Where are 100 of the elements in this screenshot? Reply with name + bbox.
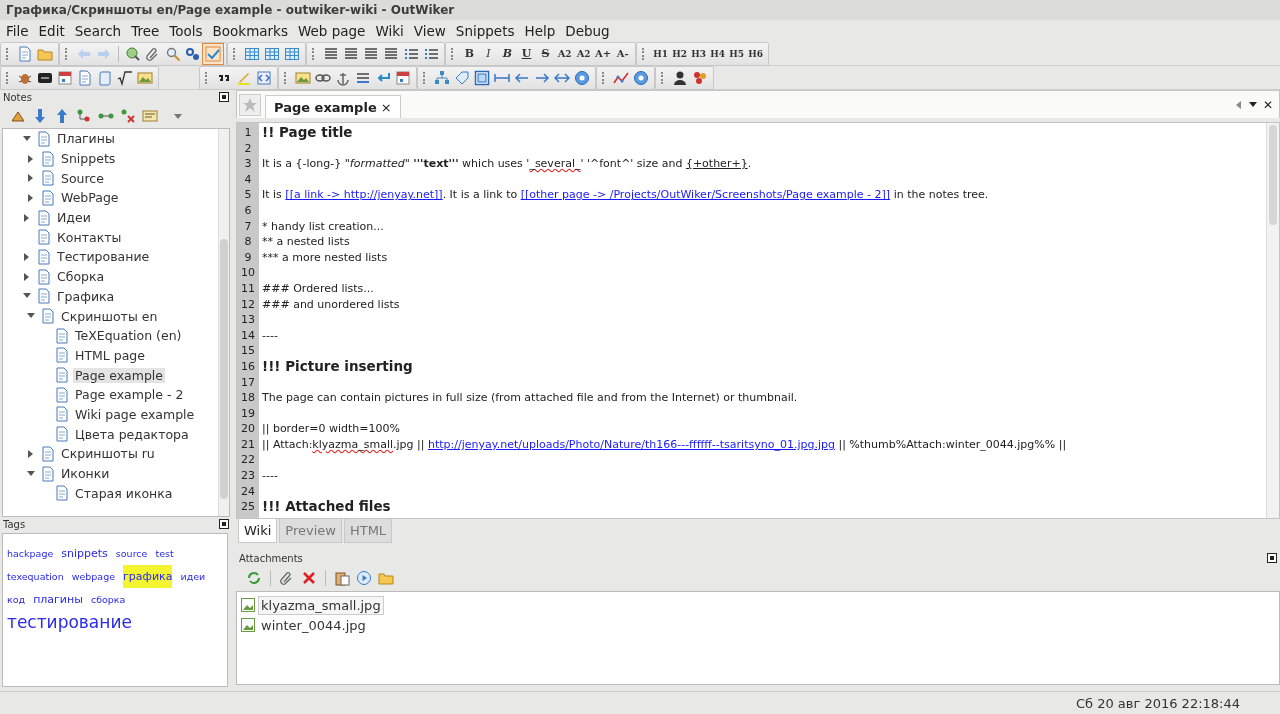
note-item[interactable]: Скриншоты en: [59, 308, 160, 324]
image-icon: [295, 69, 311, 86]
magnifier-page-icon: [125, 45, 141, 62]
menu-item[interactable]: Bookmarks: [207, 23, 293, 39]
page-icon: [54, 367, 70, 384]
tag-link[interactable]: webpage: [71, 565, 116, 588]
wiki-editor[interactable]: !! Page title It is a {-long-} "formatted" '''text''' which uses '_several_' '^font^' size and {+other+}. It is [[a link -> http://jenyay.net]]. It is a link to [[other page -> /Projects/OutWiker/Screenshots/Page example - 2]] in the notes tree. * handy list creation... ** a nested lists *** a more nested lists ### Ordered lists... ### and unordered lists ---- !!! Picture inserting The page can contain pictures in full size (from attached file and from the Internet) or thumbnail. || border=0 width=100% || Attach:klyazma_small.jpg || http://jenyay.net/uploads/Photo/Nature/th166---ffffff--tsaritsyno_01.jpg.jpg || %thumb%Attach:winter_0044.jpg%% || ---- !!! Attached files: [259, 123, 1266, 518]
menu-item[interactable]: Search: [69, 23, 127, 39]
line-number: 6: [243, 202, 253, 219]
format-button[interactable]: B: [460, 43, 479, 64]
page-icon: [36, 229, 52, 246]
line-number: 13: [240, 312, 256, 328]
menu-item[interactable]: Wiki: [370, 23, 409, 39]
heading-button[interactable]: H6: [746, 43, 766, 64]
menu-item[interactable]: Web page: [293, 23, 371, 39]
note-item[interactable]: Page example: [73, 367, 166, 383]
close-button[interactable]: ✕: [1262, 97, 1273, 112]
code-icon: [256, 69, 272, 86]
play-icon: [356, 570, 372, 586]
note-item[interactable]: Wiki page example: [73, 406, 197, 422]
heading-button[interactable]: H2: [670, 43, 690, 64]
menu-item[interactable]: Help: [519, 23, 561, 39]
format-button[interactable]: B: [498, 43, 517, 64]
format-button[interactable]: I: [479, 43, 498, 64]
tag-link[interactable]: тестирование: [7, 611, 132, 634]
heading-button[interactable]: H1: [651, 43, 671, 64]
note-item[interactable]: Плагины: [55, 131, 117, 147]
menu-item[interactable]: Edit: [33, 23, 70, 39]
page-tab[interactable]: Page example ×: [265, 95, 401, 118]
spellcheck-button[interactable]: [203, 43, 223, 64]
date-icon: [395, 69, 411, 86]
heading-button[interactable]: H3: [689, 43, 709, 64]
line-number: 17: [240, 374, 256, 391]
note-item[interactable]: Тестирование: [55, 249, 152, 265]
page-icon: [54, 406, 70, 423]
close-icon[interactable]: [1267, 553, 1277, 563]
note-item[interactable]: Графика: [55, 288, 117, 304]
note-item[interactable]: TeXEquation (en): [73, 328, 184, 344]
heading-button[interactable]: H5: [727, 43, 747, 64]
move-down-icon: [32, 108, 48, 124]
execute-button[interactable]: [354, 568, 374, 588]
note-item[interactable]: WebPage: [59, 190, 121, 206]
note-item[interactable]: Source: [59, 170, 106, 186]
menu-item[interactable]: Tools: [164, 23, 208, 39]
note-item[interactable]: Скриншоты ru: [59, 446, 157, 462]
scroll-left-icon[interactable]: [1235, 100, 1241, 109]
page-icon: [36, 209, 52, 226]
page-icon: [40, 308, 56, 325]
menu-item[interactable]: Debug: [560, 23, 615, 39]
search-icon: [165, 45, 181, 62]
calendar-icon: [57, 69, 73, 86]
note-item[interactable]: Иконки: [59, 466, 112, 482]
tag-link[interactable]: texequation: [7, 565, 64, 588]
attachment-file[interactable]: winter_0044.jpg: [259, 616, 368, 634]
line-number: 2: [243, 140, 253, 157]
note-item[interactable]: Цвета редактора: [73, 426, 191, 442]
format-button[interactable]: S: [536, 43, 555, 64]
tag-link[interactable]: код: [7, 588, 26, 611]
delete-icon: [301, 570, 317, 586]
line-number: 5: [243, 187, 253, 203]
close-icon[interactable]: [219, 92, 229, 102]
tag-link[interactable]: snippets: [61, 542, 108, 565]
page-icon: [40, 170, 56, 187]
tag-link[interactable]: hackpage: [7, 542, 54, 565]
tag-link[interactable]: идеи: [180, 565, 206, 588]
justify-icon: [383, 45, 399, 62]
heading-button[interactable]: H4: [708, 43, 728, 64]
refresh-icon: [246, 570, 262, 586]
line-number: 23: [240, 468, 256, 484]
note-item[interactable]: HTML page: [73, 347, 147, 363]
note-item[interactable]: Сборка: [55, 269, 107, 285]
dropdown-caret-icon[interactable]: [1248, 102, 1257, 107]
tag-link[interactable]: source: [115, 542, 148, 565]
attachment-file[interactable]: klyazma_small.jpg: [259, 596, 383, 614]
table-row-icon: [264, 45, 280, 62]
align-left-icon: [323, 45, 339, 62]
format-button[interactable]: U: [517, 43, 536, 64]
tag-link[interactable]: test: [155, 542, 174, 565]
menu-item[interactable]: File: [1, 23, 34, 39]
format-button[interactable]: A+: [593, 43, 614, 64]
bookmark-star-button[interactable]: [239, 94, 261, 116]
menu-item[interactable]: View: [408, 23, 451, 39]
menu-item[interactable]: Snippets: [450, 23, 520, 39]
note-item[interactable]: Идеи: [55, 210, 93, 226]
view-tab[interactable]: Wiki: [238, 519, 278, 543]
properties-icon: [142, 108, 158, 124]
note-item[interactable]: Page example - 2: [73, 387, 186, 403]
line-number: 11: [240, 280, 256, 297]
note-item[interactable]: Контакты: [55, 229, 124, 245]
note-item[interactable]: Snippets: [59, 151, 118, 167]
menu-item[interactable]: Tree: [126, 23, 165, 39]
tag-link[interactable]: плагины: [33, 588, 83, 611]
scrollbar[interactable]: [218, 129, 229, 516]
tag-link[interactable]: сборка: [90, 588, 126, 611]
close-icon[interactable]: [219, 519, 229, 529]
scrollbar[interactable]: [1266, 123, 1279, 518]
format-button[interactable]: A-: [613, 43, 633, 64]
tag-link[interactable]: графика: [123, 565, 173, 588]
align-right-icon: [363, 45, 379, 62]
note-item[interactable]: Старая иконка: [73, 485, 175, 501]
